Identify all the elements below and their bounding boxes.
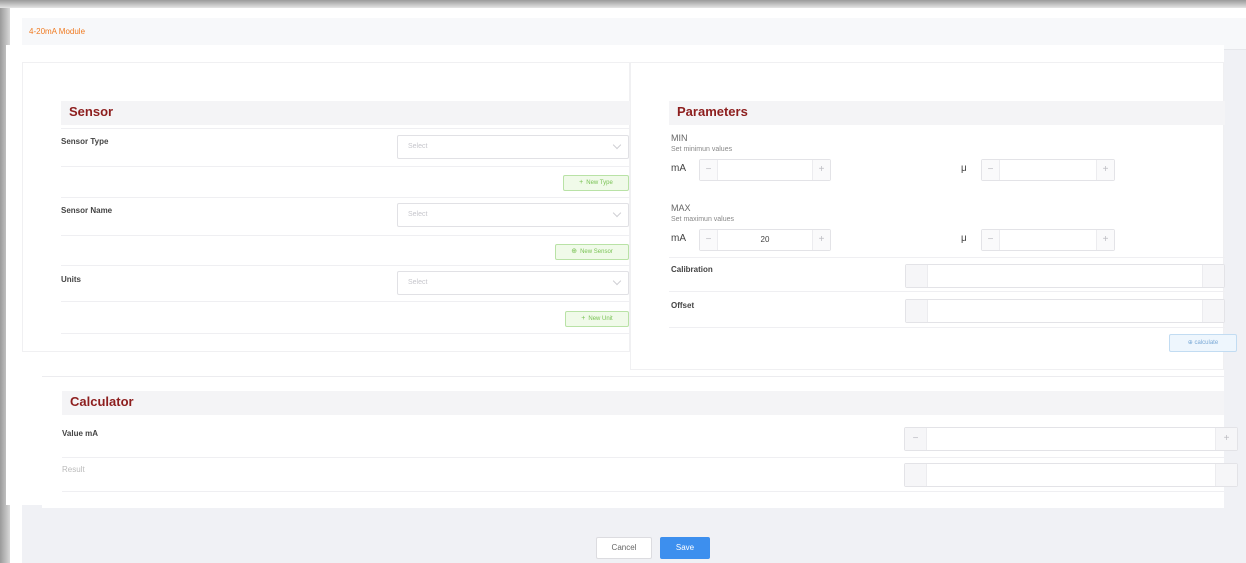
- parameters-card: Parameters MIN Set minimun values mA − +…: [630, 62, 1237, 370]
- min-ma-stepper[interactable]: − +: [699, 159, 831, 181]
- chevron-down-icon: [612, 276, 622, 286]
- new-type-label: New Type: [586, 180, 613, 186]
- window-shadow-top: [0, 0, 1246, 8]
- input-suffix: [1202, 300, 1224, 322]
- parameters-section-title: Parameters: [677, 104, 748, 119]
- cancel-button[interactable]: Cancel: [596, 537, 652, 559]
- max-label: MAX: [671, 203, 691, 213]
- divider: [61, 166, 631, 167]
- divider: [62, 457, 1224, 458]
- calculate-label: calculate: [1194, 340, 1219, 346]
- divider: [62, 491, 1224, 492]
- sensor-name-label: Sensor Name: [61, 206, 113, 215]
- max-ma-value[interactable]: 20: [718, 235, 812, 244]
- input-suffix: [1202, 265, 1224, 287]
- min-mu-stepper[interactable]: − +: [981, 159, 1115, 181]
- plus-icon: +: [581, 315, 586, 322]
- new-unit-label: New Unit: [588, 316, 613, 322]
- min-ma-unit: mA: [671, 163, 686, 174]
- divider: [669, 291, 1225, 292]
- divider: [61, 128, 631, 129]
- new-sensor-button[interactable]: ⊕ New Sensor: [555, 244, 629, 260]
- min-hint: Set minimun values: [671, 146, 733, 153]
- value-ma-label: Value mA: [62, 429, 99, 438]
- sensor-type-label: Sensor Type: [61, 137, 109, 146]
- min-label: MIN: [671, 133, 688, 143]
- calculator-card: Calculator Value mA − + Result: [42, 376, 1238, 508]
- chevron-down-icon: [612, 140, 622, 150]
- minus-icon[interactable]: −: [700, 230, 718, 250]
- units-select[interactable]: Select: [397, 271, 629, 295]
- plus-icon[interactable]: +: [812, 160, 830, 180]
- divider: [669, 257, 1225, 258]
- sensor-card: Sensor Sensor Type Select + New Type Sens…: [22, 62, 631, 352]
- plus-icon[interactable]: +: [812, 230, 830, 250]
- value-ma-stepper[interactable]: − +: [904, 427, 1238, 451]
- max-mu-stepper[interactable]: − +: [981, 229, 1115, 251]
- plus-icon: +: [579, 179, 584, 186]
- divider: [61, 197, 631, 198]
- plus-circle-icon: ⊕: [571, 248, 578, 255]
- divider: [61, 301, 631, 302]
- sensor-section-title: Sensor: [69, 104, 114, 119]
- sensor-name-placeholder: Select: [408, 211, 428, 218]
- input-prefix: [906, 265, 928, 287]
- offset-input[interactable]: [905, 299, 1225, 323]
- plus-icon[interactable]: +: [1096, 230, 1114, 250]
- max-ma-unit: mA: [671, 233, 686, 244]
- calculator-section-header: Calculator: [62, 391, 1224, 415]
- units-placeholder: Select: [408, 279, 428, 286]
- input-prefix: [905, 464, 927, 486]
- divider: [61, 265, 631, 266]
- max-hint: Set maximun values: [671, 216, 735, 223]
- offset-label: Offset: [671, 301, 695, 310]
- sensor-type-select[interactable]: Select: [397, 135, 629, 159]
- plus-icon[interactable]: +: [1096, 160, 1114, 180]
- plus-icon[interactable]: +: [1215, 428, 1237, 450]
- units-label: Units: [61, 275, 81, 284]
- new-unit-button[interactable]: + New Unit: [565, 311, 629, 327]
- divider: [669, 327, 1225, 328]
- max-mu-unit: μ: [961, 233, 967, 244]
- divider: [61, 333, 631, 334]
- new-sensor-label: New Sensor: [580, 249, 613, 255]
- minus-icon[interactable]: −: [982, 160, 1000, 180]
- chevron-down-icon: [612, 208, 622, 218]
- sensor-name-select[interactable]: Select: [397, 203, 629, 227]
- minus-icon[interactable]: −: [905, 428, 927, 450]
- sensor-section-header: Sensor: [61, 101, 631, 125]
- calculator-icon: ⊕: [1187, 340, 1195, 346]
- result-label: Result: [62, 465, 85, 474]
- minus-icon[interactable]: −: [982, 230, 1000, 250]
- calculate-button[interactable]: ⊕ calculate: [1169, 334, 1237, 352]
- calculator-section-title: Calculator: [70, 394, 134, 409]
- minus-icon[interactable]: −: [700, 160, 718, 180]
- save-button[interactable]: Save: [660, 537, 710, 559]
- new-type-button[interactable]: + New Type: [563, 175, 629, 191]
- screenshot-frame: 4-20mA Module Sensor Sensor Type Select …: [0, 0, 1246, 563]
- calibration-input[interactable]: [905, 264, 1225, 288]
- min-mu-unit: μ: [961, 163, 967, 174]
- calibration-label: Calibration: [671, 265, 713, 274]
- dialog-title: 4-20mA Module: [29, 27, 86, 36]
- parameters-section-header: Parameters: [669, 101, 1225, 125]
- result-input[interactable]: [904, 463, 1238, 487]
- sensor-type-placeholder: Select: [408, 143, 428, 150]
- input-prefix: [906, 300, 928, 322]
- max-ma-stepper[interactable]: − 20 +: [699, 229, 831, 251]
- input-suffix: [1215, 464, 1237, 486]
- divider: [61, 235, 631, 236]
